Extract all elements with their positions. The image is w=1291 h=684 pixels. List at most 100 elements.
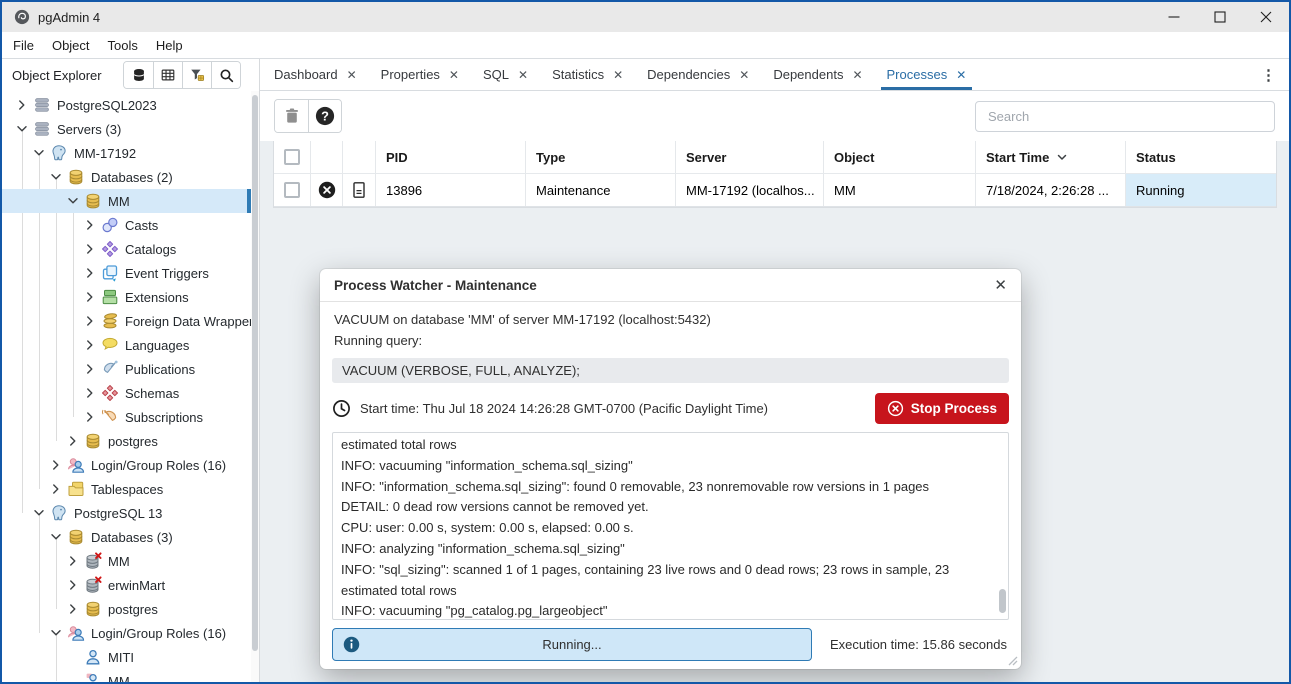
sidebar-item-publications[interactable]: Publications [2,357,251,381]
process-details-icon[interactable] [350,181,368,199]
chevron-right-icon[interactable] [82,385,98,401]
tab-close-icon[interactable]: ✕ [613,68,623,82]
tab-dependencies[interactable]: Dependencies✕ [635,59,761,90]
database-disconnected-icon [84,576,102,594]
chevron-down-icon[interactable] [31,145,47,161]
process-log-output[interactable]: estimated total rows INFO: vacuuming "in… [332,432,1009,620]
tab-close-icon[interactable]: ✕ [852,68,862,82]
tab-sql[interactable]: SQL✕ [471,59,540,90]
menu-object[interactable]: Object [43,38,99,53]
tab-close-icon[interactable]: ✕ [518,68,528,82]
sidebar-scrollbar[interactable] [251,91,259,682]
log-scrollbar-thumb[interactable] [999,589,1006,613]
chevron-right-icon[interactable] [48,481,64,497]
chevron-right-icon[interactable] [82,289,98,305]
sidebar-item-databases-2[interactable]: Databases (2) [2,165,251,189]
sidebar-item-postgresql2023[interactable]: PostgreSQL2023 [2,93,251,117]
chevron-right-icon[interactable] [82,313,98,329]
sidebar-item-login-group-roles-1[interactable]: Login/Group Roles (16) [2,453,251,477]
chevron-right-icon[interactable] [82,409,98,425]
chevron-right-icon[interactable] [14,97,30,113]
delete-process-button[interactable] [275,100,308,132]
chevron-right-icon[interactable] [48,457,64,473]
menu-help[interactable]: Help [147,38,192,53]
chevron-right-icon[interactable] [65,577,81,593]
process-watcher-dialog: Process Watcher - Maintenance ✕ VACUUM o… [320,269,1021,669]
sidebar-item-mm-db-disconnected[interactable]: MM [2,549,251,573]
search-input[interactable] [975,101,1275,132]
dialog-close-icon[interactable]: ✕ [994,276,1007,294]
tab-properties[interactable]: Properties✕ [369,59,471,90]
sidebar-item-login-group-roles-2[interactable]: Login/Group Roles (16) [2,621,251,645]
tab-close-icon[interactable]: ✕ [956,68,966,82]
maximize-button[interactable] [1197,2,1243,32]
more-options-icon[interactable]: ⋮ [1248,66,1289,84]
chevron-right-icon[interactable] [65,553,81,569]
sidebar-item-event-triggers[interactable]: Event Triggers [2,261,251,285]
chevron-down-icon[interactable] [31,505,47,521]
sidebar-item-servers[interactable]: Servers (3) [2,117,251,141]
table-header-status[interactable]: Status [1126,141,1276,173]
table-header-object[interactable]: Object [824,141,976,173]
sidebar-item-subscriptions[interactable]: Subscriptions [2,405,251,429]
filter-button[interactable] [182,62,211,88]
tab-statistics[interactable]: Statistics✕ [540,59,635,90]
sidebar-item-foreign-data-wrapper[interactable]: Foreign Data Wrapper [2,309,251,333]
table-header-pid[interactable]: PID [376,141,526,173]
sidebar-item-languages[interactable]: Languages [2,333,251,357]
tab-close-icon[interactable]: ✕ [347,68,357,82]
chevron-right-icon[interactable] [82,361,98,377]
resize-handle[interactable] [1006,654,1018,666]
chevron-down-icon[interactable] [65,193,81,209]
chevron-right-icon[interactable] [82,241,98,257]
sidebar-item-extensions[interactable]: Extensions [2,285,251,309]
table-row[interactable]: 13896 Maintenance MM-17192 (localhos... … [274,174,1276,207]
sidebar-item-postgres-db[interactable]: postgres [2,429,251,453]
table-header-start-time[interactable]: Start Time [976,141,1126,173]
sidebar-item-miti[interactable]: MITI [2,645,251,669]
tab-dashboard[interactable]: Dashboard✕ [262,59,369,90]
chevron-down-icon[interactable] [48,625,64,641]
publications-icon [101,360,119,378]
sidebar-item-erwinmart[interactable]: erwinMart [2,573,251,597]
sidebar-item-tablespaces[interactable]: Tablespaces [2,477,251,501]
tab-close-icon[interactable]: ✕ [739,68,749,82]
grid-view-button[interactable] [153,62,182,88]
tab-dependents[interactable]: Dependents✕ [761,59,874,90]
chevron-right-icon[interactable] [65,601,81,617]
log-line: INFO: vacuuming "pg_catalog.pg_largeobje… [341,601,994,620]
select-all-checkbox[interactable] [284,149,300,165]
chevron-right-icon[interactable] [65,433,81,449]
sidebar-item-mm-database[interactable]: MM [2,189,251,213]
sidebar-item-catalogs[interactable]: Catalogs [2,237,251,261]
tab-close-icon[interactable]: ✕ [449,68,459,82]
sidebar-item-schemas[interactable]: Schemas [2,381,251,405]
sidebar-item-casts[interactable]: Casts [2,213,251,237]
tab-processes[interactable]: Processes✕ [875,59,979,90]
sidebar-item-mm-17192[interactable]: MM-17192 [2,141,251,165]
sidebar-item-postgres-db-2[interactable]: postgres [2,597,251,621]
menu-tools[interactable]: Tools [99,38,147,53]
stop-process-icon[interactable] [318,181,336,199]
chevron-right-icon[interactable] [82,265,98,281]
sidebar-item-databases-3[interactable]: Databases (3) [2,525,251,549]
row-checkbox[interactable] [284,182,300,198]
chevron-down-icon[interactable] [48,169,64,185]
menu-file[interactable]: File [4,38,43,53]
sidebar-scrollbar-thumb[interactable] [252,95,258,651]
sidebar-item-mm-role[interactable]: MM [2,669,251,682]
sidebar-item-postgresql-13[interactable]: PostgreSQL 13 [2,501,251,525]
dialog-header[interactable]: Process Watcher - Maintenance ✕ [320,269,1021,302]
stop-process-button[interactable]: Stop Process [875,393,1009,424]
help-button[interactable] [308,100,341,132]
server-quick-connect-button[interactable] [124,62,153,88]
chevron-down-icon[interactable] [48,529,64,545]
chevron-down-icon[interactable] [14,121,30,137]
chevron-right-icon[interactable] [82,217,98,233]
close-button[interactable] [1243,2,1289,32]
table-header-type[interactable]: Type [526,141,676,173]
search-objects-button[interactable] [211,62,240,88]
minimize-button[interactable] [1151,2,1197,32]
table-header-server[interactable]: Server [676,141,824,173]
chevron-right-icon[interactable] [82,337,98,353]
